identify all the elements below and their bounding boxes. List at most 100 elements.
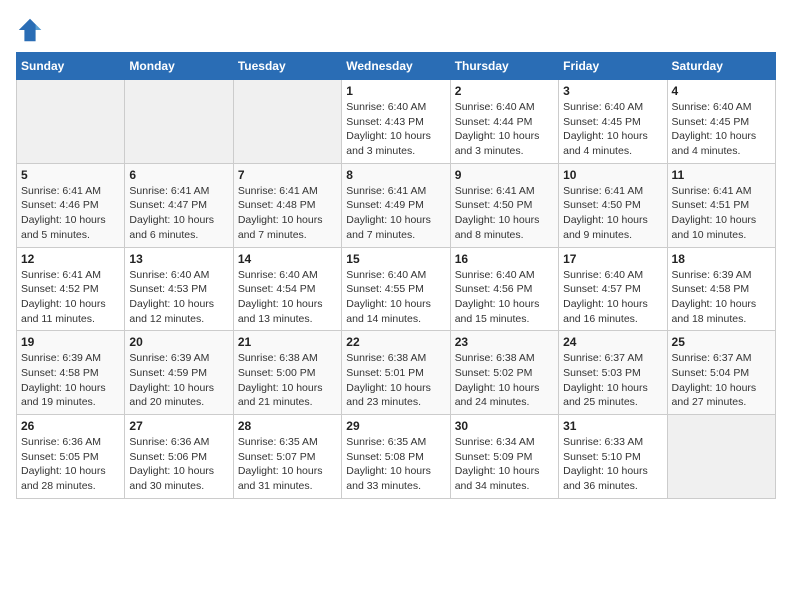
day-info: Sunrise: 6:40 AMSunset: 4:45 PMDaylight:…: [563, 100, 662, 159]
weekday-header-saturday: Saturday: [667, 53, 775, 80]
day-number: 10: [563, 168, 662, 182]
day-cell: 2 Sunrise: 6:40 AMSunset: 4:44 PMDaylight…: [450, 80, 558, 164]
day-cell: 5 Sunrise: 6:41 AMSunset: 4:46 PMDaylight…: [17, 163, 125, 247]
day-cell: 19 Sunrise: 6:39 AMSunset: 4:58 PMDayligh…: [17, 331, 125, 415]
day-cell: 22 Sunrise: 6:38 AMSunset: 5:01 PMDayligh…: [342, 331, 450, 415]
weekday-header-friday: Friday: [559, 53, 667, 80]
day-info: Sunrise: 6:41 AMSunset: 4:50 PMDaylight:…: [563, 184, 662, 243]
day-info: Sunrise: 6:39 AMSunset: 4:58 PMDaylight:…: [21, 351, 120, 410]
calendar-table: SundayMondayTuesdayWednesdayThursdayFrid…: [16, 52, 776, 499]
day-info: Sunrise: 6:36 AMSunset: 5:05 PMDaylight:…: [21, 435, 120, 494]
weekday-header-monday: Monday: [125, 53, 233, 80]
day-cell: 20 Sunrise: 6:39 AMSunset: 4:59 PMDayligh…: [125, 331, 233, 415]
day-cell: [233, 80, 341, 164]
day-number: 24: [563, 335, 662, 349]
day-cell: 4 Sunrise: 6:40 AMSunset: 4:45 PMDaylight…: [667, 80, 775, 164]
day-cell: 14 Sunrise: 6:40 AMSunset: 4:54 PMDayligh…: [233, 247, 341, 331]
weekday-header-tuesday: Tuesday: [233, 53, 341, 80]
day-info: Sunrise: 6:40 AMSunset: 4:54 PMDaylight:…: [238, 268, 337, 327]
day-info: Sunrise: 6:34 AMSunset: 5:09 PMDaylight:…: [455, 435, 554, 494]
day-info: Sunrise: 6:40 AMSunset: 4:53 PMDaylight:…: [129, 268, 228, 327]
day-number: 15: [346, 252, 445, 266]
day-number: 4: [672, 84, 771, 98]
day-number: 8: [346, 168, 445, 182]
day-number: 19: [21, 335, 120, 349]
day-cell: 21Sunrise: 6:38 AMSunset: 5:00 PMDayligh…: [233, 331, 341, 415]
day-info: Sunrise: 6:38 AMSunset: 5:01 PMDaylight:…: [346, 351, 445, 410]
day-number: 27: [129, 419, 228, 433]
weekday-header-thursday: Thursday: [450, 53, 558, 80]
day-cell: [125, 80, 233, 164]
weekday-header-sunday: Sunday: [17, 53, 125, 80]
day-cell: 29 Sunrise: 6:35 AMSunset: 5:08 PMDayligh…: [342, 415, 450, 499]
day-info: Sunrise: 6:40 AMSunset: 4:44 PMDaylight:…: [455, 100, 554, 159]
day-cell: 30 Sunrise: 6:34 AMSunset: 5:09 PMDayligh…: [450, 415, 558, 499]
day-number: 30: [455, 419, 554, 433]
day-number: 22: [346, 335, 445, 349]
day-info: Sunrise: 6:37 AMSunset: 5:03 PMDaylight:…: [563, 351, 662, 410]
weekday-header-wednesday: Wednesday: [342, 53, 450, 80]
day-cell: 16 Sunrise: 6:40 AMSunset: 4:56 PMDayligh…: [450, 247, 558, 331]
page-header: [16, 16, 776, 44]
day-number: 5: [21, 168, 120, 182]
day-number: 26: [21, 419, 120, 433]
day-number: 21: [238, 335, 337, 349]
day-number: 7: [238, 168, 337, 182]
day-info: Sunrise: 6:40 AMSunset: 4:56 PMDaylight:…: [455, 268, 554, 327]
day-number: 31: [563, 419, 662, 433]
weekday-header-row: SundayMondayTuesdayWednesdayThursdayFrid…: [17, 53, 776, 80]
logo-icon: [16, 16, 44, 44]
day-number: 20: [129, 335, 228, 349]
day-number: 6: [129, 168, 228, 182]
day-info: Sunrise: 6:40 AMSunset: 4:55 PMDaylight:…: [346, 268, 445, 327]
week-row-1: 1Sunrise: 6:40 AMSunset: 4:43 PMDaylight…: [17, 80, 776, 164]
day-cell: 6 Sunrise: 6:41 AMSunset: 4:47 PMDaylight…: [125, 163, 233, 247]
day-cell: 24 Sunrise: 6:37 AMSunset: 5:03 PMDayligh…: [559, 331, 667, 415]
day-info: Sunrise: 6:37 AMSunset: 5:04 PMDaylight:…: [672, 351, 771, 410]
day-info: Sunrise: 6:41 AMSunset: 4:51 PMDaylight:…: [672, 184, 771, 243]
day-number: 29: [346, 419, 445, 433]
day-cell: 7Sunrise: 6:41 AMSunset: 4:48 PMDaylight…: [233, 163, 341, 247]
day-info: Sunrise: 6:39 AMSunset: 4:59 PMDaylight:…: [129, 351, 228, 410]
day-cell: 12 Sunrise: 6:41 AMSunset: 4:52 PMDayligh…: [17, 247, 125, 331]
week-row-2: 5 Sunrise: 6:41 AMSunset: 4:46 PMDaylight…: [17, 163, 776, 247]
day-cell: [667, 415, 775, 499]
day-info: Sunrise: 6:41 AMSunset: 4:47 PMDaylight:…: [129, 184, 228, 243]
day-number: 23: [455, 335, 554, 349]
day-cell: 1Sunrise: 6:40 AMSunset: 4:43 PMDaylight…: [342, 80, 450, 164]
day-info: Sunrise: 6:41 AMSunset: 4:52 PMDaylight:…: [21, 268, 120, 327]
day-number: 11: [672, 168, 771, 182]
day-cell: 15 Sunrise: 6:40 AMSunset: 4:55 PMDayligh…: [342, 247, 450, 331]
day-number: 14: [238, 252, 337, 266]
day-number: 28: [238, 419, 337, 433]
day-number: 17: [563, 252, 662, 266]
day-number: 25: [672, 335, 771, 349]
day-info: Sunrise: 6:41 AMSunset: 4:49 PMDaylight:…: [346, 184, 445, 243]
day-cell: 26 Sunrise: 6:36 AMSunset: 5:05 PMDayligh…: [17, 415, 125, 499]
day-number: 12: [21, 252, 120, 266]
day-info: Sunrise: 6:41 AMSunset: 4:50 PMDaylight:…: [455, 184, 554, 243]
day-info: Sunrise: 6:40 AMSunset: 4:57 PMDaylight:…: [563, 268, 662, 327]
week-row-3: 12 Sunrise: 6:41 AMSunset: 4:52 PMDayligh…: [17, 247, 776, 331]
week-row-4: 19 Sunrise: 6:39 AMSunset: 4:58 PMDayligh…: [17, 331, 776, 415]
day-number: 2: [455, 84, 554, 98]
day-number: 13: [129, 252, 228, 266]
day-cell: 10 Sunrise: 6:41 AMSunset: 4:50 PMDayligh…: [559, 163, 667, 247]
day-number: 1: [346, 84, 445, 98]
day-info: Sunrise: 6:41 AMSunset: 4:46 PMDaylight:…: [21, 184, 120, 243]
day-cell: 27 Sunrise: 6:36 AMSunset: 5:06 PMDayligh…: [125, 415, 233, 499]
day-cell: 18Sunrise: 6:39 AMSunset: 4:58 PMDayligh…: [667, 247, 775, 331]
day-number: 18: [672, 252, 771, 266]
day-cell: 28 Sunrise: 6:35 AMSunset: 5:07 PMDayligh…: [233, 415, 341, 499]
day-info: Sunrise: 6:35 AMSunset: 5:08 PMDaylight:…: [346, 435, 445, 494]
day-info: Sunrise: 6:35 AMSunset: 5:07 PMDaylight:…: [238, 435, 337, 494]
day-cell: 17 Sunrise: 6:40 AMSunset: 4:57 PMDayligh…: [559, 247, 667, 331]
day-info: Sunrise: 6:40 AMSunset: 4:45 PMDaylight:…: [672, 100, 771, 159]
day-number: 9: [455, 168, 554, 182]
day-cell: 25 Sunrise: 6:37 AMSunset: 5:04 PMDayligh…: [667, 331, 775, 415]
day-info: Sunrise: 6:36 AMSunset: 5:06 PMDaylight:…: [129, 435, 228, 494]
day-number: 3: [563, 84, 662, 98]
logo: [16, 16, 48, 44]
day-number: 16: [455, 252, 554, 266]
day-cell: [17, 80, 125, 164]
